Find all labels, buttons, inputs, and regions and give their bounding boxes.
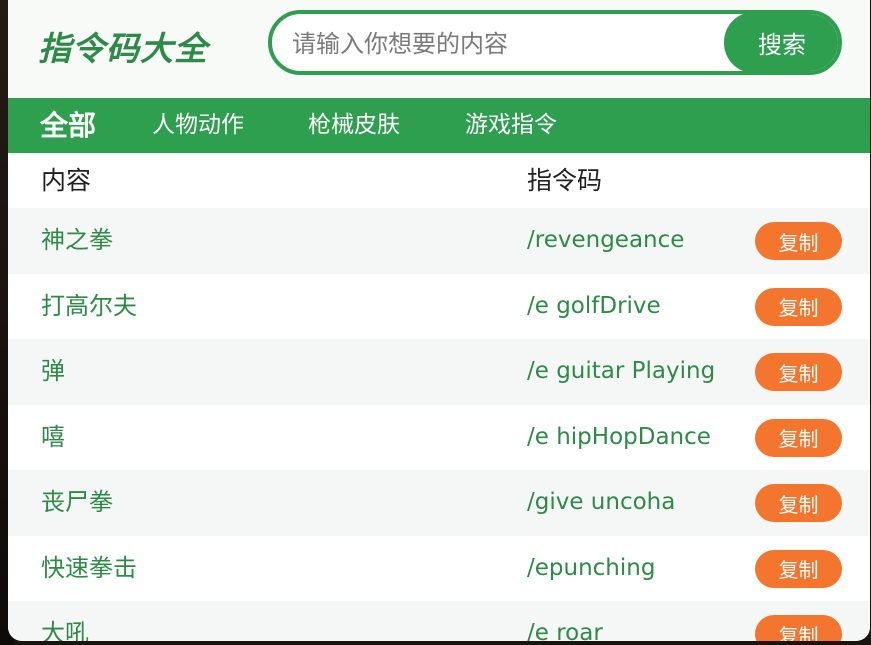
category-tabs: 全部 人物动作 枪械皮肤 游戏指令: [8, 98, 870, 153]
command-name: 丧尸拳: [41, 488, 113, 516]
copy-button[interactable]: 复制: [755, 549, 842, 588]
tab-weapon-skins[interactable]: 枪械皮肤: [308, 98, 400, 153]
command-name: 打高尔夫: [41, 291, 137, 320]
tab-game-commands[interactable]: 游戏指令: [465, 98, 557, 153]
command-code: /give uncoha: [527, 489, 676, 515]
search-input[interactable]: [290, 14, 724, 71]
table-row: 神之拳 /revengeance 复制: [8, 208, 870, 274]
table-row: 大吼 /e roar 复制: [8, 601, 870, 641]
table-header: 内容 指令码: [8, 153, 870, 208]
command-name: 嘻: [41, 422, 65, 451]
logo: 指令码大全: [38, 29, 208, 68]
table-row: 嘻 /e hipHopDance 复制: [8, 405, 870, 471]
command-name: 快速拳击: [41, 553, 137, 582]
command-code: /epunching: [527, 554, 656, 581]
column-header-code: 指令码: [527, 166, 603, 195]
command-name: 神之拳: [41, 226, 113, 254]
command-code: /revengeance: [527, 227, 685, 253]
copy-button[interactable]: 复制: [755, 222, 842, 260]
table-row: 丧尸拳 /give uncoha 复制: [8, 470, 870, 536]
search-bar: 搜索: [268, 10, 842, 75]
copy-button[interactable]: 复制: [755, 353, 842, 391]
copy-button[interactable]: 复制: [755, 615, 842, 641]
command-code: /e guitar Playing: [527, 358, 716, 384]
command-name: 弹: [41, 357, 65, 385]
tab-character-actions[interactable]: 人物动作: [152, 98, 244, 153]
command-code: /e roar: [527, 620, 603, 641]
tab-all[interactable]: 全部: [40, 98, 96, 153]
header: 指令码大全 搜索: [8, 0, 870, 98]
table-row: 快速拳击 /epunching 复制: [8, 536, 870, 602]
command-name: 大吼: [41, 619, 89, 641]
copy-button[interactable]: 复制: [755, 287, 842, 326]
table-row: 弹 /e guitar Playing 复制: [8, 339, 870, 405]
copy-button[interactable]: 复制: [755, 418, 842, 457]
command-list: 神之拳 /revengeance 复制 打高尔夫 /e golfDrive 复制…: [8, 208, 870, 641]
command-code: /e golfDrive: [527, 292, 661, 319]
table-row: 打高尔夫 /e golfDrive 复制: [8, 274, 870, 340]
app-card: 指令码大全 搜索 全部 人物动作 枪械皮肤 游戏指令 内容 指令码 神之拳 /r…: [8, 0, 870, 641]
copy-button[interactable]: 复制: [755, 484, 842, 522]
command-code: /e hipHopDance: [527, 423, 711, 450]
column-header-content: 内容: [41, 166, 92, 195]
search-button[interactable]: 搜索: [724, 14, 838, 71]
